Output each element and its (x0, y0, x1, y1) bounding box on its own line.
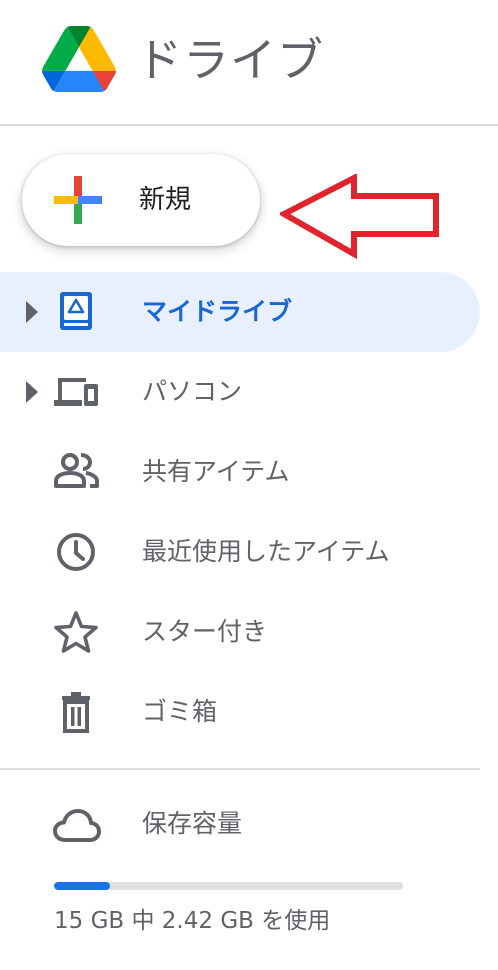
sidebar-item-recent[interactable]: 最近使用したアイテム (0, 512, 480, 592)
header: ドライブ (0, 0, 498, 124)
storage-usage-text: 15 GB 中 2.42 GB を使用 (54, 908, 331, 934)
my-drive-icon (60, 292, 92, 330)
new-button[interactable]: 新規 (22, 154, 260, 246)
sidebar-item-label: 最近使用したアイテム (142, 537, 390, 566)
shared-people-icon (54, 453, 99, 488)
sidebar-item-label: スター付き (142, 617, 268, 646)
sidebar-item-computers[interactable]: パソコン (0, 352, 480, 432)
header-divider (0, 124, 498, 126)
sidebar-item-my-drive[interactable]: マイドライブ (0, 272, 480, 352)
expand-caret-icon[interactable] (26, 381, 38, 403)
sidebar-item-label: マイドライブ (142, 297, 293, 326)
app-title: ドライブ (136, 33, 324, 87)
sidebar-item-label: 共有アイテム (142, 457, 290, 486)
star-icon (54, 611, 98, 653)
new-button-label: 新規 (139, 185, 192, 215)
expand-caret-icon[interactable] (26, 301, 38, 323)
sidebar-nav: マイドライブ パソコン 共有アイテム 最近使用したアイテム スター付き ゴミ箱 (0, 272, 498, 752)
sidebar-item-trash[interactable]: ゴミ箱 (0, 672, 480, 752)
red-arrow-annotation-icon (280, 174, 439, 260)
drive-sidebar: ドライブ 新規 マイドライブ パソコン 共有アイテム 最近使用したアイテム スタ… (0, 0, 498, 970)
sidebar-item-label: ゴミ箱 (142, 697, 218, 726)
google-drive-logo-icon[interactable] (42, 26, 116, 92)
storage-section[interactable]: 保存容量 15 GB 中 2.42 GB を使用 (0, 790, 498, 970)
storage-progress-fill (54, 882, 111, 890)
sidebar-item-label: パソコン (142, 377, 243, 406)
storage-progress-bar (54, 882, 403, 890)
computers-icon (54, 378, 98, 406)
sidebar-item-starred[interactable]: スター付き (0, 592, 480, 672)
cloud-icon (53, 809, 101, 842)
colored-plus-icon (54, 176, 102, 224)
trash-icon (62, 692, 90, 733)
storage-label: 保存容量 (142, 809, 243, 838)
clock-icon (57, 533, 95, 571)
sidebar-item-shared[interactable]: 共有アイテム (0, 432, 480, 512)
storage-divider (0, 768, 480, 770)
